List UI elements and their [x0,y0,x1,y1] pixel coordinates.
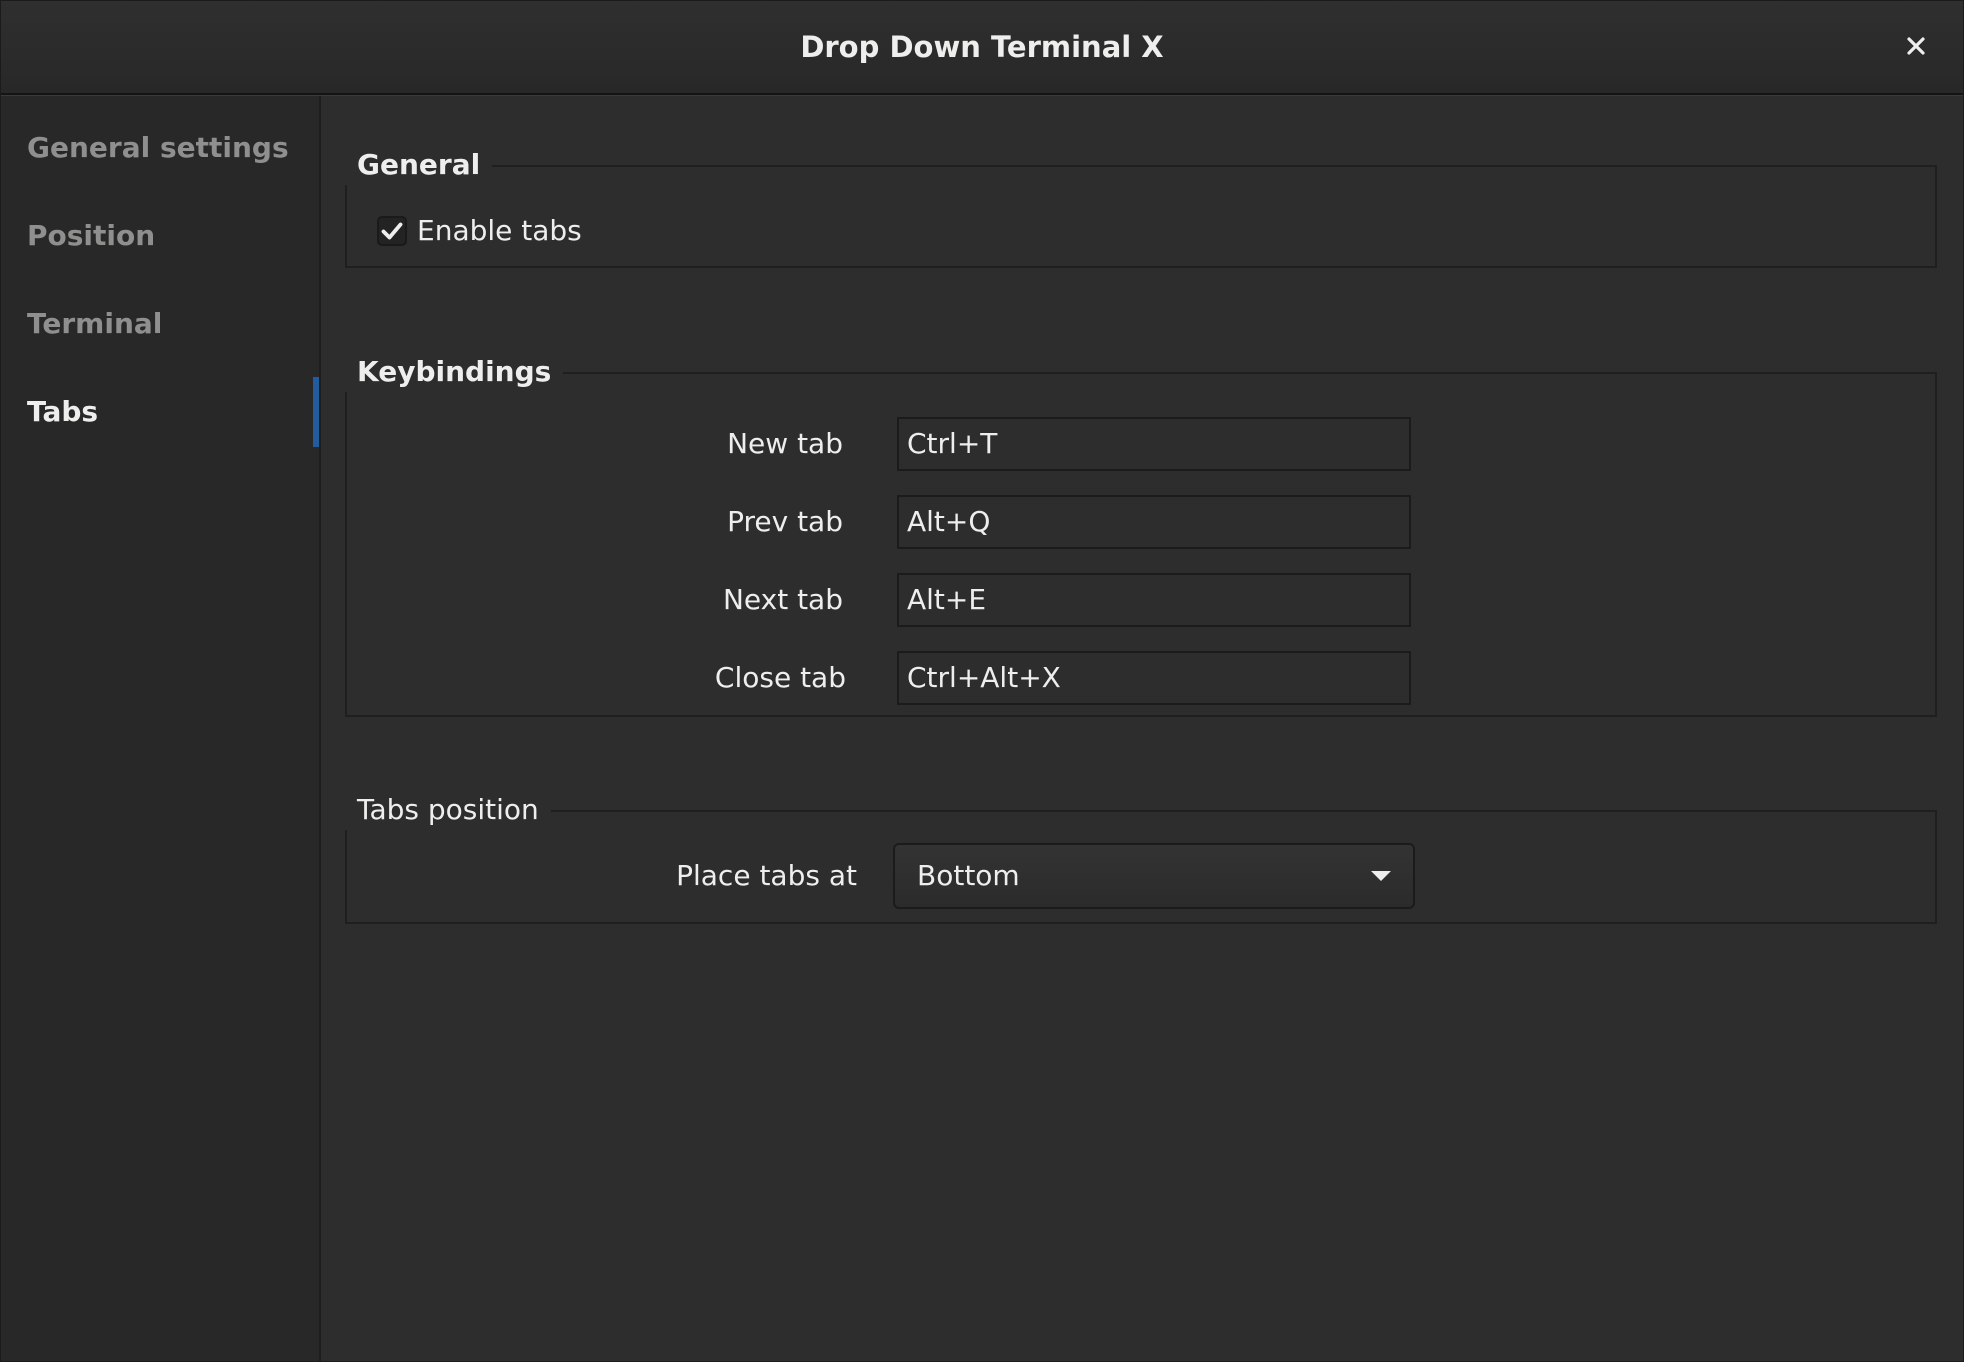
checkmark-icon [381,222,403,239]
prev-tab-label: Prev tab [727,505,843,538]
sidebar-item-label: Position [27,219,156,252]
general-frame-label: General [345,145,493,185]
new-tab-keybinding-field[interactable]: Ctrl+T [897,417,1411,471]
sidebar-item-label: General settings [27,131,289,164]
enable-tabs-label: Enable tabs [417,214,582,247]
close-icon [1907,37,1925,55]
close-button[interactable] [1893,23,1939,69]
sidebar-item-general-settings[interactable]: General settings [1,113,319,183]
place-tabs-label: Place tabs at [676,859,857,892]
sidebar-item-tabs[interactable]: Tabs [1,377,319,447]
new-tab-label: New tab [727,427,843,460]
keybindings-frame-label: Keybindings [345,352,564,392]
checkbox-box[interactable] [377,215,407,246]
chevron-down-icon [1371,871,1391,881]
sidebar-item-terminal[interactable]: Terminal [1,289,319,359]
enable-tabs-checkbox[interactable]: Enable tabs [377,214,582,247]
sidebar-item-label: Tabs [27,395,99,428]
title-bar[interactable]: Drop Down Terminal X [1,1,1963,95]
close-tab-keybinding-field[interactable]: Ctrl+Alt+X [897,651,1411,705]
prev-tab-keybinding-field[interactable]: Alt+Q [897,495,1411,549]
active-indicator [313,377,319,447]
sidebar-item-label: Terminal [27,307,163,340]
place-tabs-selected-value: Bottom [917,859,1020,892]
settings-content: General Enable tabs Keybindings New tab … [321,96,1963,1361]
sidebar-item-position[interactable]: Position [1,201,319,271]
close-tab-label: Close tab [714,661,846,694]
next-tab-keybinding-field[interactable]: Alt+E [897,573,1411,627]
next-tab-label: Next tab [722,583,843,616]
general-frame [345,165,1937,268]
tabs-position-frame-label: Tabs position [345,790,551,830]
sidebar: General settings Position Terminal Tabs [1,96,321,1361]
window-title: Drop Down Terminal X [800,30,1164,64]
preferences-window: Drop Down Terminal X General settings Po… [0,0,1964,1362]
place-tabs-dropdown[interactable]: Bottom [893,843,1415,909]
